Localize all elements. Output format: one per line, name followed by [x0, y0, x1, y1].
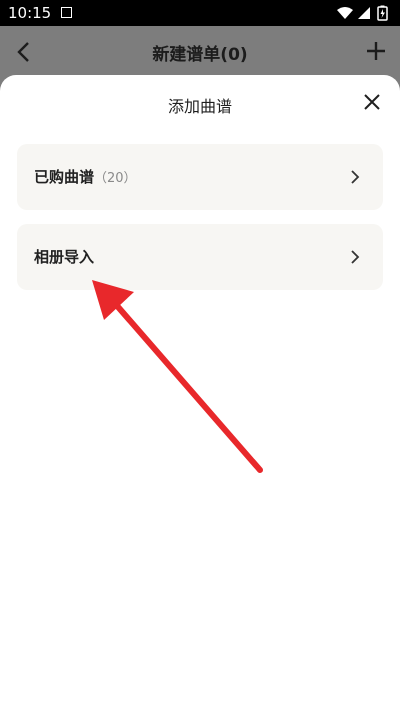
annotation-arrow: [92, 280, 263, 473]
